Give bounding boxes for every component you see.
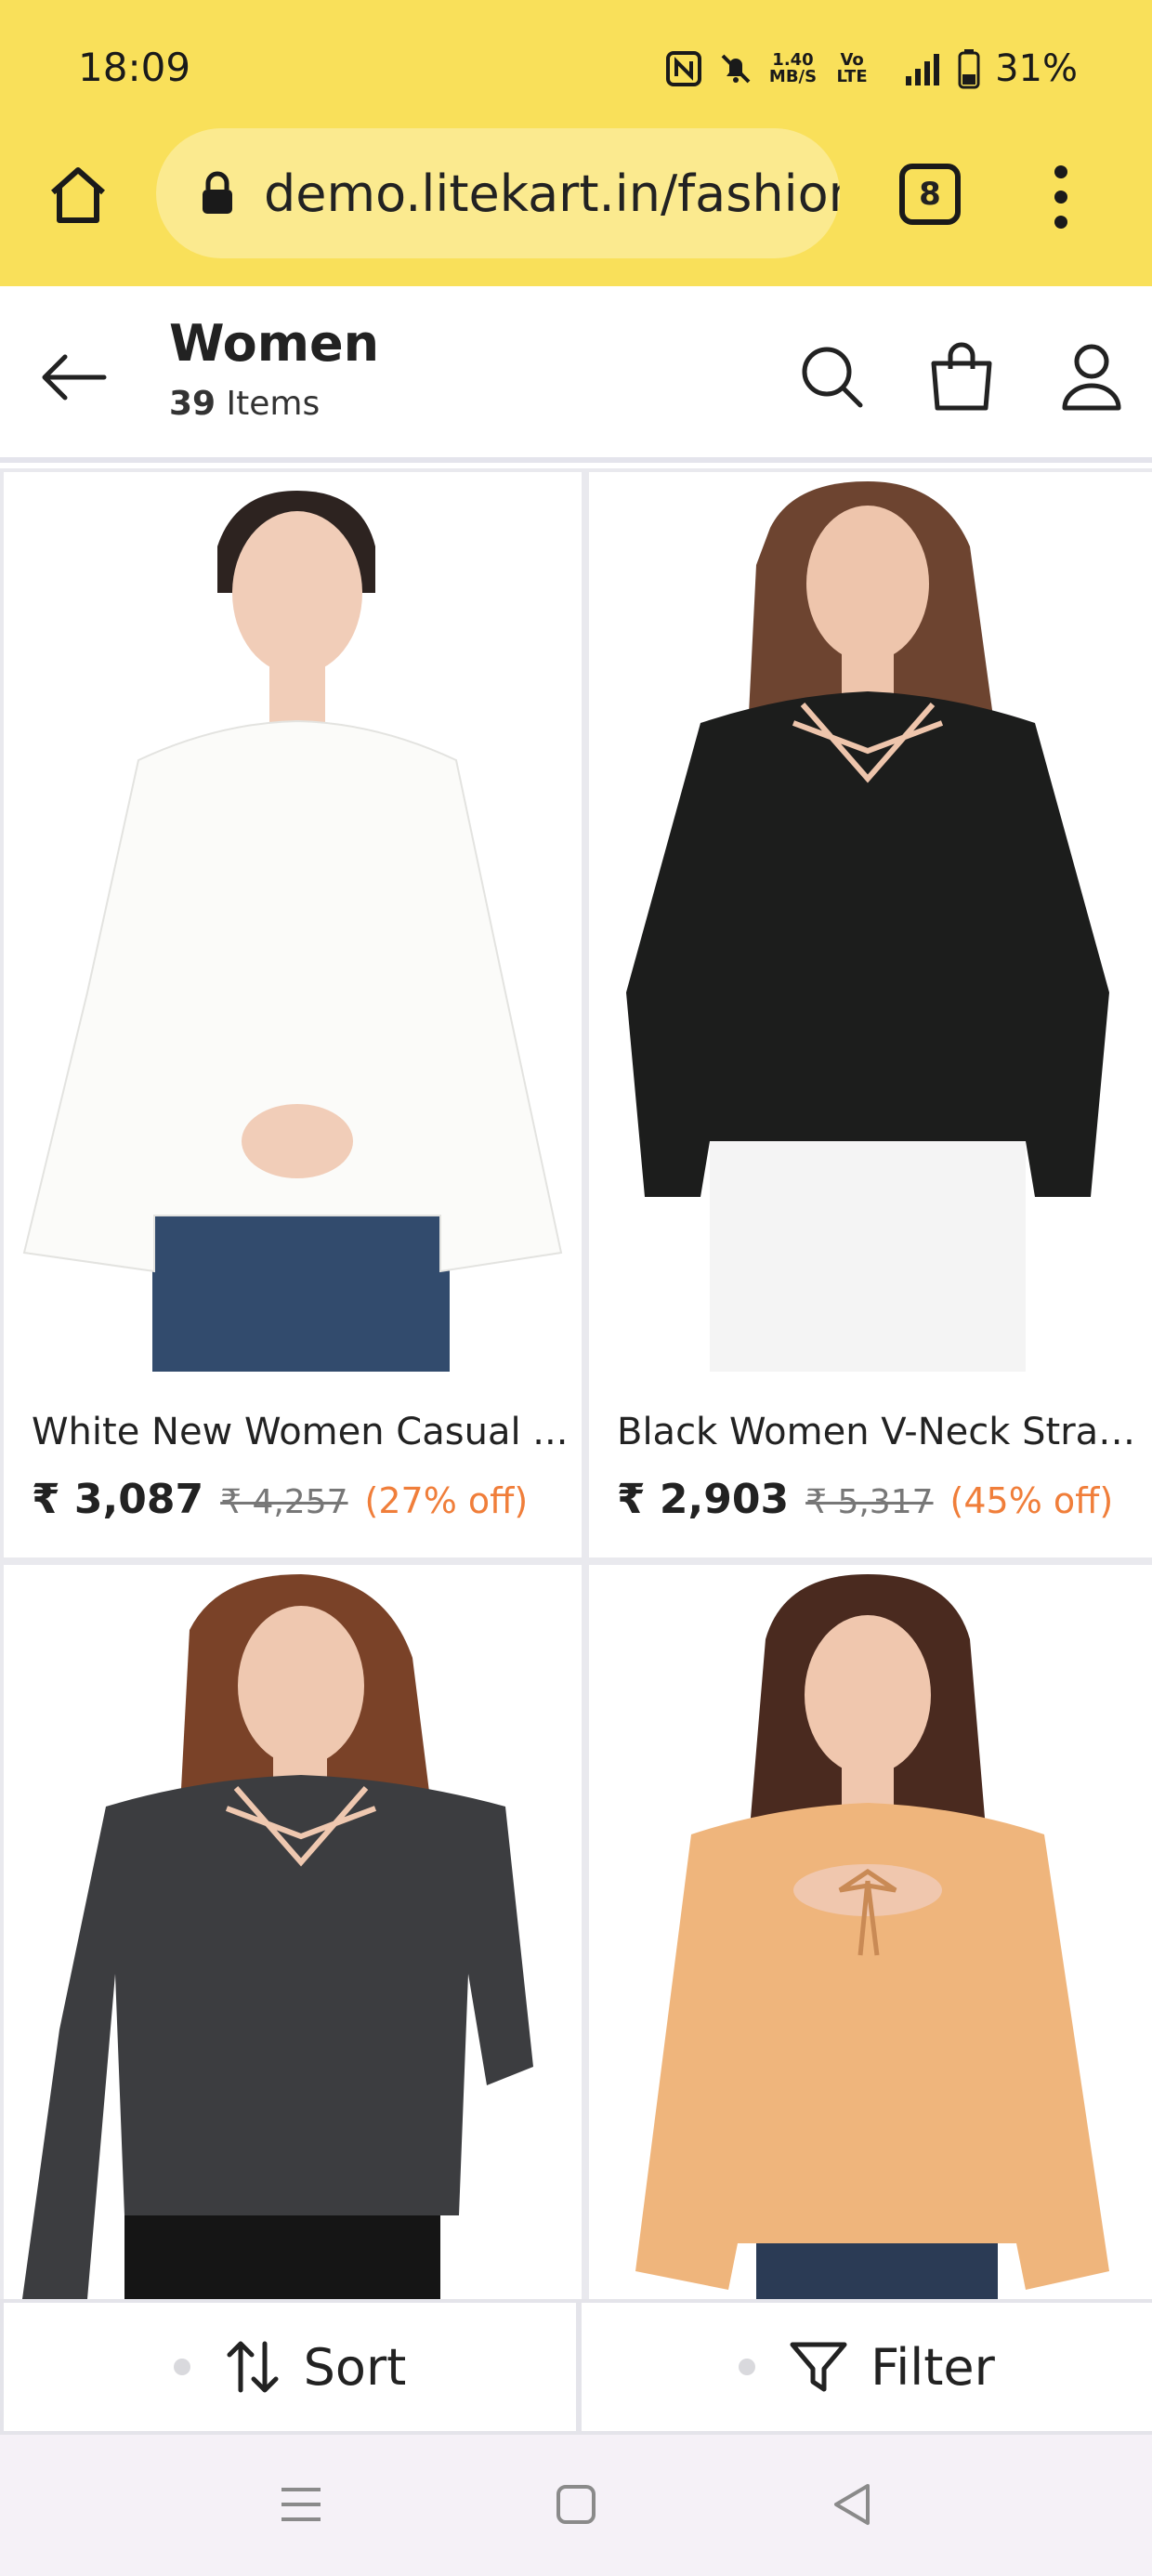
address-bar[interactable]: demo.litekart.in/fashion <box>156 128 840 258</box>
user-icon <box>1062 344 1121 411</box>
battery-percent: 31% <box>995 47 1078 90</box>
back-arrow-icon <box>42 354 107 401</box>
product-price: ₹ 2,903 <box>617 1476 790 1523</box>
product-card[interactable] <box>589 1565 1152 2299</box>
nav-home-button[interactable] <box>539 2472 613 2537</box>
sort-arrows-icon <box>227 2341 279 2393</box>
menu-dot <box>1054 216 1067 229</box>
system-nav-bar <box>0 2435 1152 2576</box>
price-row: ₹ 2,903 ₹ 5,317 (45% off) <box>617 1476 1113 1523</box>
filter-funnel-icon <box>790 2342 847 2392</box>
product-image[interactable] <box>589 472 1152 1372</box>
account-button[interactable] <box>1050 335 1133 418</box>
product-grid: White New Women Casual ... ₹ 3,087 ₹ 4,2… <box>0 468 1152 2299</box>
product-mrp: ₹ 5,317 <box>805 1483 934 1521</box>
product-discount: (27% off) <box>364 1480 529 1521</box>
volte-label: Vo LTE <box>836 50 868 86</box>
nav-back-button[interactable] <box>814 2472 888 2537</box>
status-icons: 1.40 MB/S Vo LTE 31% <box>665 46 1078 91</box>
menu-lines-icon <box>281 2488 321 2521</box>
browser-menu-button[interactable] <box>1031 160 1091 234</box>
square-icon <box>556 2485 596 2524</box>
back-button[interactable] <box>37 340 121 414</box>
indicator-dot <box>173 2359 190 2375</box>
tab-switcher-button[interactable]: 8 <box>899 164 961 225</box>
sort-label: Sort <box>303 2337 407 2397</box>
product-card[interactable]: White New Women Casual ... ₹ 3,087 ₹ 4,2… <box>4 472 582 1557</box>
menu-dot <box>1054 165 1067 178</box>
sort-filter-bar: Sort Filter <box>0 2299 1152 2435</box>
product-card[interactable]: Black Women V-Neck Strap... ₹ 2,903 ₹ 5,… <box>589 472 1152 1557</box>
product-card[interactable] <box>4 1565 582 2299</box>
battery-icon <box>958 49 980 89</box>
home-icon <box>51 167 105 223</box>
lock-icon <box>199 171 236 216</box>
menu-dot <box>1054 191 1067 204</box>
product-mrp: ₹ 4,257 <box>220 1483 348 1521</box>
sort-button[interactable]: Sort <box>4 2303 576 2431</box>
product-image[interactable] <box>4 1565 582 2299</box>
network-speed: 1.40 MB/S <box>768 50 818 86</box>
cart-button[interactable] <box>920 335 1003 418</box>
product-image[interactable] <box>4 472 582 1372</box>
product-price: ₹ 3,087 <box>32 1476 204 1523</box>
item-count: 39 Items <box>169 385 321 423</box>
filter-label: Filter <box>871 2337 995 2397</box>
search-button[interactable] <box>790 335 873 418</box>
app-header: Women 39 Items <box>0 286 1152 463</box>
page-title: Women <box>169 314 380 373</box>
shopping-bag-icon <box>931 342 992 411</box>
triangle-back-icon <box>834 2484 870 2525</box>
url-text: demo.litekart.in/fashion <box>264 164 840 223</box>
product-image[interactable] <box>589 1565 1152 2299</box>
home-button[interactable] <box>41 158 115 232</box>
product-name[interactable]: Black Women V-Neck Strap... <box>617 1411 1152 1453</box>
product-name[interactable]: White New Women Casual ... <box>32 1411 570 1453</box>
price-row: ₹ 3,087 ₹ 4,257 (27% off) <box>32 1476 528 1523</box>
product-discount: (45% off) <box>949 1480 1114 1521</box>
status-time: 18:09 <box>78 45 191 90</box>
recents-button[interactable] <box>264 2472 338 2537</box>
signal-icon <box>906 54 940 85</box>
indicator-dot <box>739 2359 756 2375</box>
browser-chrome: 18:09 1.40 MB/S Vo LTE 31% demo.litekart… <box>0 0 1152 286</box>
search-icon <box>802 347 863 408</box>
mute-bell-icon <box>721 54 751 84</box>
nfc-icon <box>665 51 701 86</box>
filter-button[interactable]: Filter <box>582 2303 1152 2431</box>
